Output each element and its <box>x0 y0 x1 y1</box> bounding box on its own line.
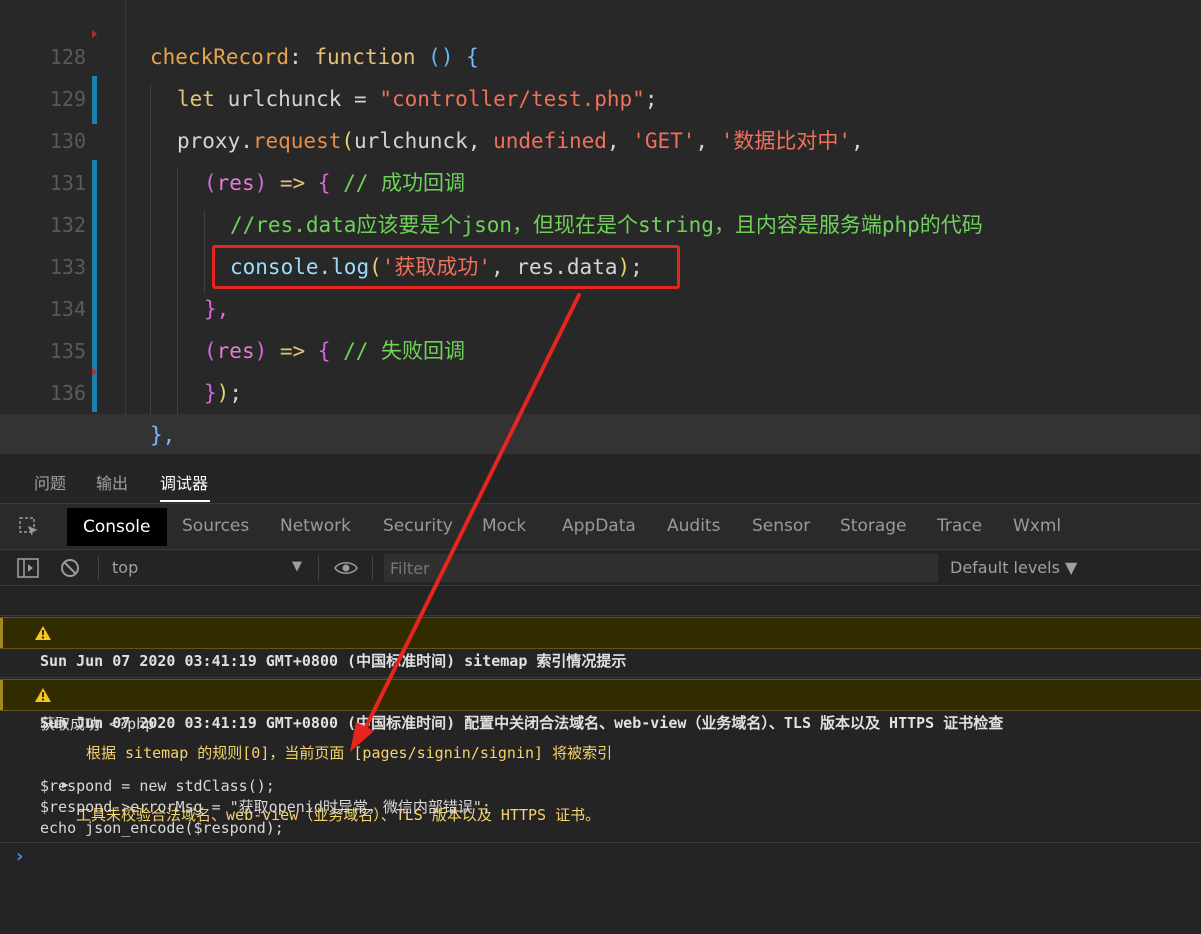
context-selector[interactable]: top <box>112 558 138 577</box>
active-tab-indicator <box>160 500 210 502</box>
console-log-line: $respond->errorMsg = "获取openid时异常，微信内部错误… <box>40 798 491 816</box>
code-text: }, <box>204 297 230 321</box>
divider <box>0 842 1201 843</box>
code-line-135: 135 }, <box>0 288 1201 363</box>
console-output[interactable]: ▼ Sun Jun 07 2020 03:41:19 GMT+0800 (中国标… <box>0 586 1201 934</box>
devtools-tab-security[interactable]: Security <box>383 516 453 536</box>
code-line-129: 129 checkRecord: function () { <box>0 36 1201 111</box>
annotation-highlight-box <box>212 245 680 289</box>
chevron-down-icon[interactable]: ▼ <box>292 559 302 574</box>
code-text: }, <box>150 423 176 447</box>
code-line-130: 130 let urlchunck = "controller/test.php… <box>0 78 1201 153</box>
sidebar-toggle-icon[interactable] <box>16 556 40 580</box>
tab-debugger[interactable]: 调试器 <box>160 470 208 494</box>
console-warning-row[interactable]: ▶ 根据 sitemap 的规则[0]，当前页面 [pages/signin/s… <box>0 617 1201 762</box>
eye-icon[interactable] <box>334 556 358 580</box>
devtools-tab-sensor[interactable]: Sensor <box>752 516 810 536</box>
console-log-line: 获取成功 <?php <box>40 715 155 733</box>
toolbar-divider <box>98 556 99 580</box>
code-text: checkRecord: function () { <box>150 45 479 69</box>
devtools-tab-wxml[interactable]: Wxml <box>1013 516 1061 536</box>
code-line-131: 131 proxy.request(urlchunck, undefined, … <box>0 120 1201 195</box>
code-line-132: 132 (res) => { // 成功回调 <box>0 162 1201 237</box>
devtools-tab-appdata[interactable]: AppData <box>562 516 636 536</box>
log-levels-dropdown[interactable]: Default levels ▼ <box>950 558 1077 577</box>
element-inspect-icon[interactable] <box>18 516 40 538</box>
devtools-tab-audits[interactable]: Audits <box>667 516 720 536</box>
code-editor[interactable]: 128 129 checkRecord: function () { 130 l… <box>0 0 1201 454</box>
code-line-133: 133 //res.data应该要是个json，但现在是个string，且内容是… <box>0 204 1201 279</box>
bottom-panel: 问题 输出 调试器 Console Sources Network Securi… <box>0 454 1201 934</box>
devtools-tab-trace[interactable]: Trace <box>937 516 982 536</box>
devtools-tab-bar: Console Sources Network Security Mock Ap… <box>0 504 1201 550</box>
tab-problems[interactable]: 问题 <box>34 470 66 494</box>
tab-output[interactable]: 输出 <box>96 470 128 494</box>
console-group-header[interactable]: ▼ Sun Jun 07 2020 03:41:19 GMT+0800 (中国标… <box>0 586 1201 670</box>
panel-tab-bar: 问题 输出 调试器 <box>0 454 1201 504</box>
console-log-line: echo json_encode($respond); <box>40 819 284 837</box>
devtools-tab-sources[interactable]: Sources <box>182 516 249 536</box>
warning-icon <box>35 626 51 640</box>
code-line-128: 128 <box>0 0 1201 69</box>
code-text: //res.data应该要是个json，但现在是个string，且内容是服务端p… <box>230 213 983 237</box>
code-line-137: 137 }); <box>0 372 1201 447</box>
code-text: proxy.request(urlchunck, undefined, 'GET… <box>177 129 864 153</box>
toolbar-divider <box>318 556 319 580</box>
code-line-138: 138 }, <box>0 414 1201 454</box>
code-text: (res) => { // 成功回调 <box>204 171 466 195</box>
code-text: let urlchunck = "controller/test.php"; <box>177 87 658 111</box>
warning-icon <box>35 688 51 702</box>
console-toolbar: top ▼ Default levels ▼ <box>0 550 1201 586</box>
warning-bar <box>0 680 3 710</box>
filter-input[interactable] <box>384 554 938 582</box>
devtools-tab-storage[interactable]: Storage <box>840 516 907 536</box>
console-group-header[interactable]: ▼ Sun Jun 07 2020 03:41:19 GMT+0800 (中国标… <box>0 648 1201 732</box>
console-log-line: $respond = new stdClass(); <box>40 777 275 795</box>
code-text: }); <box>204 381 242 405</box>
toolbar-divider <box>372 556 373 580</box>
console-prompt-icon[interactable]: › <box>16 846 23 867</box>
clear-console-icon[interactable] <box>58 556 82 580</box>
devtools-tab-mock[interactable]: Mock <box>482 516 526 536</box>
code-line-136: 136 (res) => { // 失败回调 <box>0 330 1201 405</box>
code-text: (res) => { // 失败回调 <box>204 339 466 363</box>
console-warning-row[interactable]: ▶ 工具未校验合法域名、web-view（业务域名）、TLS 版本以及 HTTP… <box>0 679 1201 824</box>
devtools-tab-network[interactable]: Network <box>280 516 351 536</box>
devtools-tab-console[interactable]: Console <box>67 508 167 546</box>
warning-bar <box>0 618 3 648</box>
